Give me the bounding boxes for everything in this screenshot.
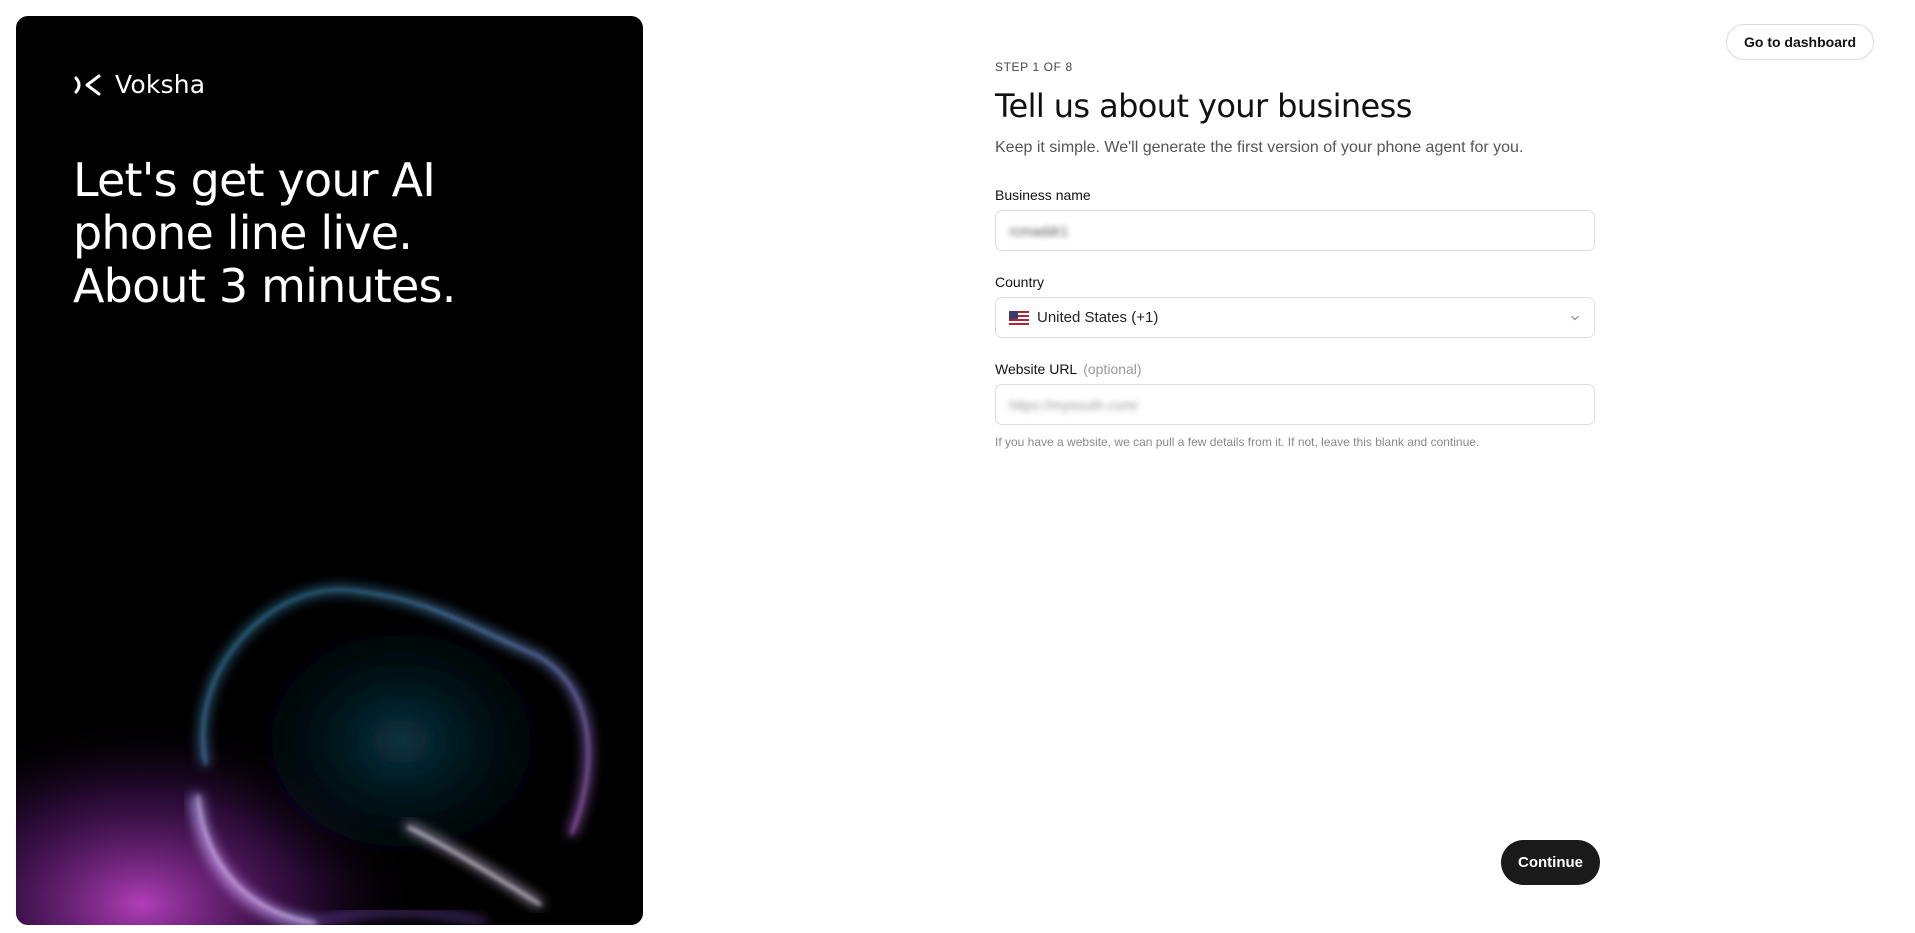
website-url-label: Website URL (optional) [995, 361, 1595, 377]
hero-headline-line: About 3 minutes. [73, 259, 456, 313]
business-form: STEP 1 OF 8 Tell us about your business … [995, 60, 1595, 449]
page-title: Tell us about your business [995, 87, 1412, 125]
hero-headline: Let's get your AI phone line live. About… [73, 154, 593, 313]
country-label: Country [995, 274, 1045, 290]
business-name-input[interactable]: rcmaddr1 [995, 210, 1595, 251]
optional-tag: (optional) [1083, 361, 1142, 377]
country-select[interactable]: United States (+1) [995, 297, 1595, 338]
website-url-label-text: Website URL [995, 361, 1078, 377]
country-select-value: United States (+1) [1009, 309, 1158, 326]
country-value: United States (+1) [1037, 309, 1159, 326]
onboarding-page: Voksha Let's get your AI phone line live… [0, 0, 1915, 933]
website-url-field: Website URL (optional) https://mysouth.co… [995, 361, 1595, 449]
hero-panel: Voksha Let's get your AI phone line live… [16, 16, 643, 925]
country-field: Country United States (+1) [995, 274, 1595, 338]
website-url-placeholder: https://mysouth.com/ [1009, 396, 1139, 413]
step-indicator: STEP 1 OF 8 [995, 60, 1073, 74]
brand-logo: Voksha [73, 70, 205, 99]
form-fields: Business name rcmaddr1 Country United St… [995, 187, 1595, 449]
us-flag-icon [1009, 310, 1029, 325]
chevron-down-icon [1571, 315, 1579, 320]
brand-name: Voksha [115, 70, 206, 99]
abstract-wave-art [16, 505, 643, 925]
website-url-hint: If you have a website, we can pull a few… [995, 435, 1480, 449]
business-name-value: rcmaddr1 [1009, 222, 1069, 239]
hero-headline-line: phone line live. [73, 206, 413, 260]
voksha-logo-icon [74, 74, 101, 95]
continue-button[interactable]: Continue [1501, 840, 1600, 885]
page-subtitle: Keep it simple. We'll generate the first… [995, 139, 1524, 156]
go-to-dashboard-button[interactable]: Go to dashboard [1726, 24, 1874, 60]
business-name-label: Business name [995, 187, 1091, 203]
hero-headline-line: Let's get your AI [73, 153, 436, 207]
website-url-input[interactable]: https://mysouth.com/ [995, 384, 1595, 425]
business-name-field: Business name rcmaddr1 [995, 187, 1595, 251]
